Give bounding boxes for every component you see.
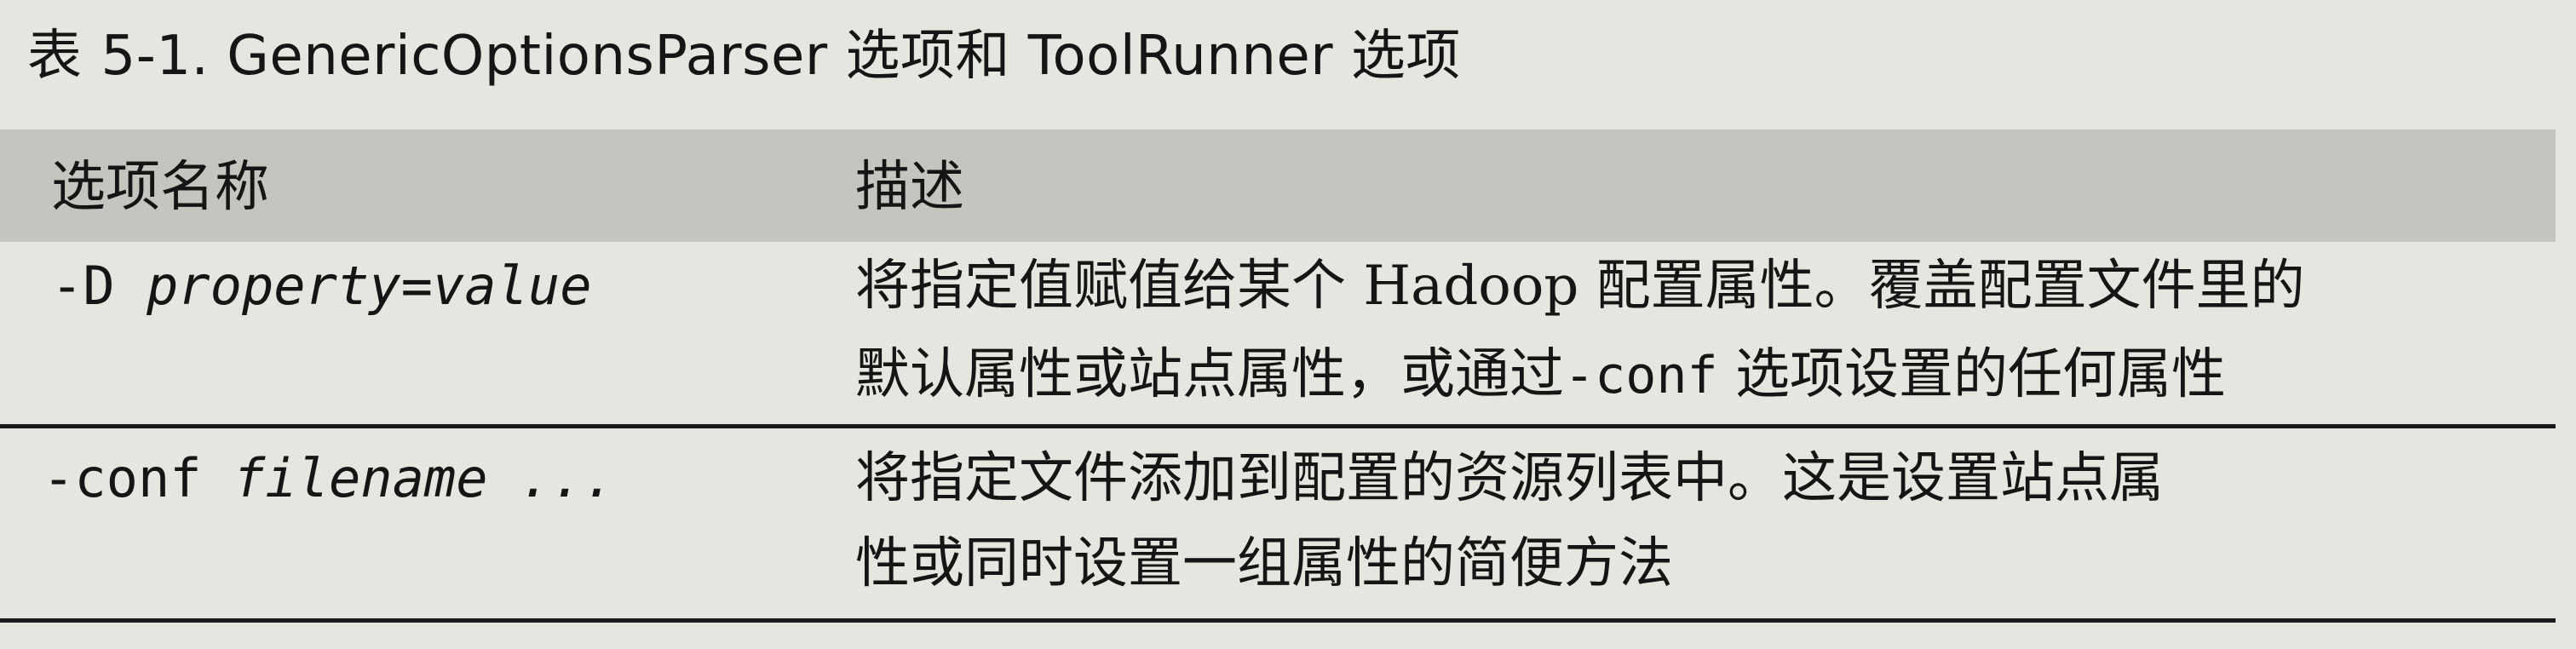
table-row-1-option: -D property=value <box>51 245 592 327</box>
caption-text: GenericOptionsParser 选项和 ToolRunner 选项 <box>227 25 1461 88</box>
desc-text: 选项设置的任何属性 <box>1717 343 2226 406</box>
desc-text: 默认属性或站点属性，或通过 <box>855 343 1564 406</box>
option-flag: -D <box>51 255 115 317</box>
table-row-2-option: -conf filename ... <box>43 438 615 520</box>
desc-inline-code: -conf <box>1564 346 1718 405</box>
table-caption: 表 5-1. GenericOptionsParser 选项和 ToolRunne… <box>27 5 1461 107</box>
desc-latin-term: Hadoop <box>1363 255 1579 318</box>
table-bottom-rule <box>0 618 2556 623</box>
book-page: 表 5-1. GenericOptionsParser 选项和 ToolRunne… <box>0 0 2576 649</box>
table-row-2-description-line-1: 将指定文件添加到配置的资源列表中。这是设置站点属 <box>855 447 2164 510</box>
caption-number: 5-1. <box>101 25 210 88</box>
table-header-band <box>0 129 2556 242</box>
table-row-1-description-line-1: 将指定值赋值给某个 Hadoop 配置属性。覆盖配置文件里的 <box>855 245 2305 327</box>
table-row-1-description-line-2: 默认属性或站点属性，或通过-conf 选项设置的任何属性 <box>855 334 2226 416</box>
desc-text: 将指定值赋值给某个 <box>855 255 1364 318</box>
option-argument: property=value <box>146 255 592 317</box>
table-row-2-description-line-2: 性或同时设置一组属性的简便方法 <box>855 532 1673 595</box>
row-divider <box>0 424 2556 428</box>
header-description: 描述 <box>855 156 964 219</box>
header-option-name: 选项名称 <box>51 156 269 219</box>
caption-label: 表 <box>27 25 83 88</box>
option-flag: -conf <box>43 447 202 509</box>
option-argument: filename ... <box>233 447 615 509</box>
desc-text: 配置属性。覆盖配置文件里的 <box>1578 255 2305 318</box>
